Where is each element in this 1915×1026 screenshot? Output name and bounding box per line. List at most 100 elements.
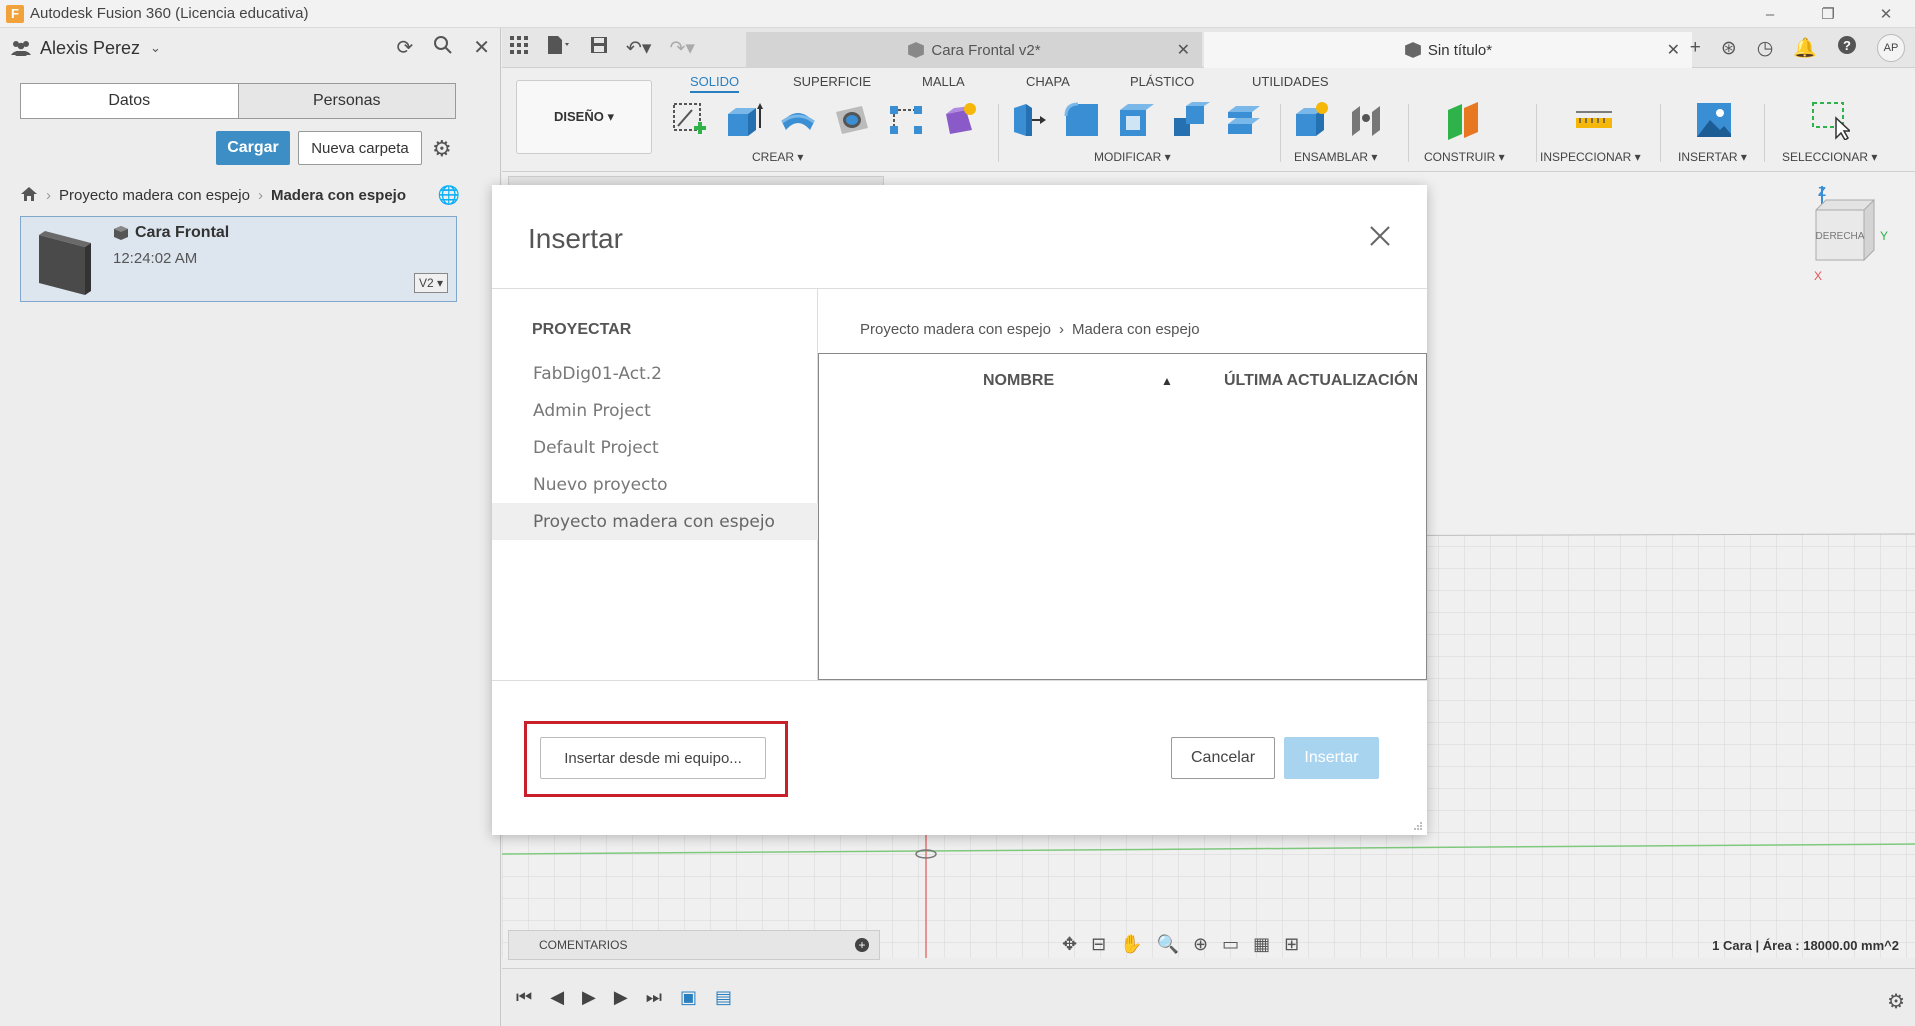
pattern-icon[interactable]: [886, 100, 926, 140]
group-ensamblar[interactable]: ENSAMBLAR ▾: [1294, 150, 1377, 164]
tab-chapa[interactable]: CHAPA: [1026, 74, 1070, 89]
tab-solido[interactable]: SOLIDO: [690, 74, 740, 93]
new-component-icon[interactable]: [1292, 100, 1332, 140]
tab-superficie[interactable]: SUPERFICIE: [793, 74, 871, 89]
tab-plastico[interactable]: PLÁSTICO: [1130, 74, 1194, 89]
upload-button[interactable]: Cargar: [216, 131, 290, 165]
fillet-icon[interactable]: [1062, 100, 1102, 140]
tab-malla[interactable]: MALLA: [922, 74, 965, 89]
close-tab-icon[interactable]: ✕: [1177, 40, 1190, 60]
file-menu-icon[interactable]: [546, 35, 572, 61]
project-item[interactable]: Admin Project: [492, 392, 818, 429]
tab-utilidades[interactable]: UTILIDADES: [1252, 74, 1329, 89]
tab-personas[interactable]: Personas: [238, 84, 455, 118]
search-icon[interactable]: [433, 35, 453, 61]
group-inspeccionar[interactable]: INSPECCIONAR ▾: [1540, 150, 1641, 164]
offset-face-icon[interactable]: [1224, 100, 1264, 140]
refresh-icon[interactable]: ⟳: [396, 35, 413, 61]
comments-panel[interactable]: COMENTARIOS +: [508, 930, 880, 960]
workspace-switcher[interactable]: DISEÑO ▾: [516, 80, 652, 154]
resize-grip-icon[interactable]: [1413, 821, 1423, 831]
tab-datos[interactable]: Datos: [21, 84, 239, 118]
group-modificar[interactable]: MODIFICAR ▾: [1094, 150, 1171, 164]
home-icon[interactable]: [20, 186, 38, 206]
gear-icon[interactable]: ⚙: [1887, 989, 1905, 1014]
cancel-button[interactable]: Cancelar: [1171, 737, 1275, 779]
look-at-icon[interactable]: ⊟: [1091, 934, 1106, 955]
step-forward-icon[interactable]: ▶: [614, 987, 628, 1008]
create-form-icon[interactable]: [940, 100, 980, 140]
project-item[interactable]: FabDig01-Act.2: [492, 355, 818, 392]
zoom-icon[interactable]: 🔍: [1157, 934, 1179, 955]
project-item[interactable]: Default Project: [492, 429, 818, 466]
combine-icon[interactable]: [1170, 100, 1210, 140]
undo-icon[interactable]: ↶▾: [626, 37, 651, 60]
doc-tab-sin-titulo[interactable]: Sin título* ✕: [1204, 32, 1692, 68]
display-settings-icon[interactable]: ▭: [1222, 934, 1239, 955]
project-item-selected[interactable]: Proyecto madera con espejo: [492, 503, 818, 540]
timeline-sketch-icon[interactable]: ▣: [680, 987, 697, 1008]
extrude-icon[interactable]: [724, 100, 764, 140]
press-pull-icon[interactable]: [1008, 100, 1048, 140]
grid-apps-icon[interactable]: [510, 36, 528, 60]
globe-icon[interactable]: 🌐: [438, 185, 460, 206]
offset-plane-icon[interactable]: [1444, 100, 1484, 140]
gear-icon[interactable]: ⚙: [432, 136, 452, 162]
grid-settings-icon[interactable]: ▦: [1253, 934, 1270, 955]
close-icon[interactable]: [1369, 225, 1391, 247]
restore-icon[interactable]: ❐: [1799, 0, 1857, 28]
notifications-bell-icon[interactable]: 🔔: [1793, 36, 1817, 60]
version-badge[interactable]: V2 ▾: [414, 273, 448, 293]
view-cube[interactable]: Z DERECHA Y X: [1794, 180, 1900, 290]
orbit-icon[interactable]: ✥: [1062, 934, 1077, 955]
insert-image-icon[interactable]: [1694, 100, 1734, 140]
fusion-logo-icon: F: [6, 4, 24, 23]
joint-icon[interactable]: [1346, 100, 1386, 140]
avatar[interactable]: AP: [1877, 34, 1905, 62]
user-name[interactable]: Alexis Perez: [40, 38, 140, 59]
breadcrumb-folder[interactable]: Madera con espejo: [271, 187, 406, 204]
go-to-end-icon[interactable]: ⏭: [646, 987, 662, 1008]
timeline-extrude-icon[interactable]: ▤: [715, 987, 732, 1008]
close-window-icon[interactable]: ✕: [1857, 0, 1915, 28]
dialog-breadcrumb-project[interactable]: Proyecto madera con espejo: [860, 321, 1051, 338]
minimize-icon[interactable]: –: [1741, 0, 1799, 28]
sort-ascending-icon[interactable]: ▲: [1161, 374, 1173, 388]
shell-icon[interactable]: [1116, 100, 1156, 140]
chevron-down-icon[interactable]: ⌄: [150, 40, 161, 56]
new-tab-icon[interactable]: +: [1690, 37, 1701, 59]
hole-icon[interactable]: [832, 100, 872, 140]
add-comment-icon[interactable]: +: [855, 938, 869, 952]
file-card[interactable]: Cara Frontal 12:24:02 AM V2 ▾: [20, 216, 457, 302]
viewports-icon[interactable]: ⊞: [1284, 934, 1299, 955]
insert-from-computer-button[interactable]: Insertar desde mi equipo...: [540, 737, 766, 779]
go-to-start-icon[interactable]: ⏮: [516, 987, 532, 1008]
step-back-icon[interactable]: ◀: [550, 987, 564, 1008]
close-panel-icon[interactable]: ✕: [473, 35, 490, 61]
group-crear[interactable]: CREAR ▾: [752, 150, 803, 164]
pan-hand-icon[interactable]: ✋: [1120, 934, 1142, 955]
doc-tab-cara-frontal[interactable]: Cara Frontal v2* ✕: [746, 32, 1202, 68]
close-tab-icon[interactable]: ✕: [1667, 40, 1680, 60]
select-icon[interactable]: [1810, 100, 1850, 140]
fit-icon[interactable]: ⊕: [1193, 934, 1208, 955]
dialog-breadcrumb-folder[interactable]: Madera con espejo: [1072, 321, 1200, 338]
redo-icon[interactable]: ↷▾: [669, 37, 694, 60]
insert-button[interactable]: Insertar: [1284, 737, 1379, 779]
play-icon[interactable]: ▶: [582, 987, 596, 1008]
revolve-icon[interactable]: [778, 100, 818, 140]
measure-icon[interactable]: [1574, 100, 1614, 140]
column-header-name[interactable]: NOMBRE: [983, 372, 1054, 390]
new-folder-button[interactable]: Nueva carpeta: [298, 131, 422, 165]
create-sketch-icon[interactable]: [670, 100, 710, 140]
extensions-icon[interactable]: ⊛: [1721, 37, 1737, 60]
save-icon[interactable]: [590, 36, 608, 60]
job-status-icon[interactable]: ◷: [1757, 37, 1774, 60]
group-seleccionar[interactable]: SELECCIONAR ▾: [1782, 150, 1877, 164]
group-insertar[interactable]: INSERTAR ▾: [1678, 150, 1747, 164]
group-construir[interactable]: CONSTRUIR ▾: [1424, 150, 1505, 164]
help-icon[interactable]: ?: [1837, 35, 1857, 61]
column-header-updated[interactable]: ÚLTIMA ACTUALIZACIÓN: [1224, 372, 1418, 390]
breadcrumb-project[interactable]: Proyecto madera con espejo: [59, 187, 250, 204]
project-item[interactable]: Nuevo proyecto: [492, 466, 818, 503]
